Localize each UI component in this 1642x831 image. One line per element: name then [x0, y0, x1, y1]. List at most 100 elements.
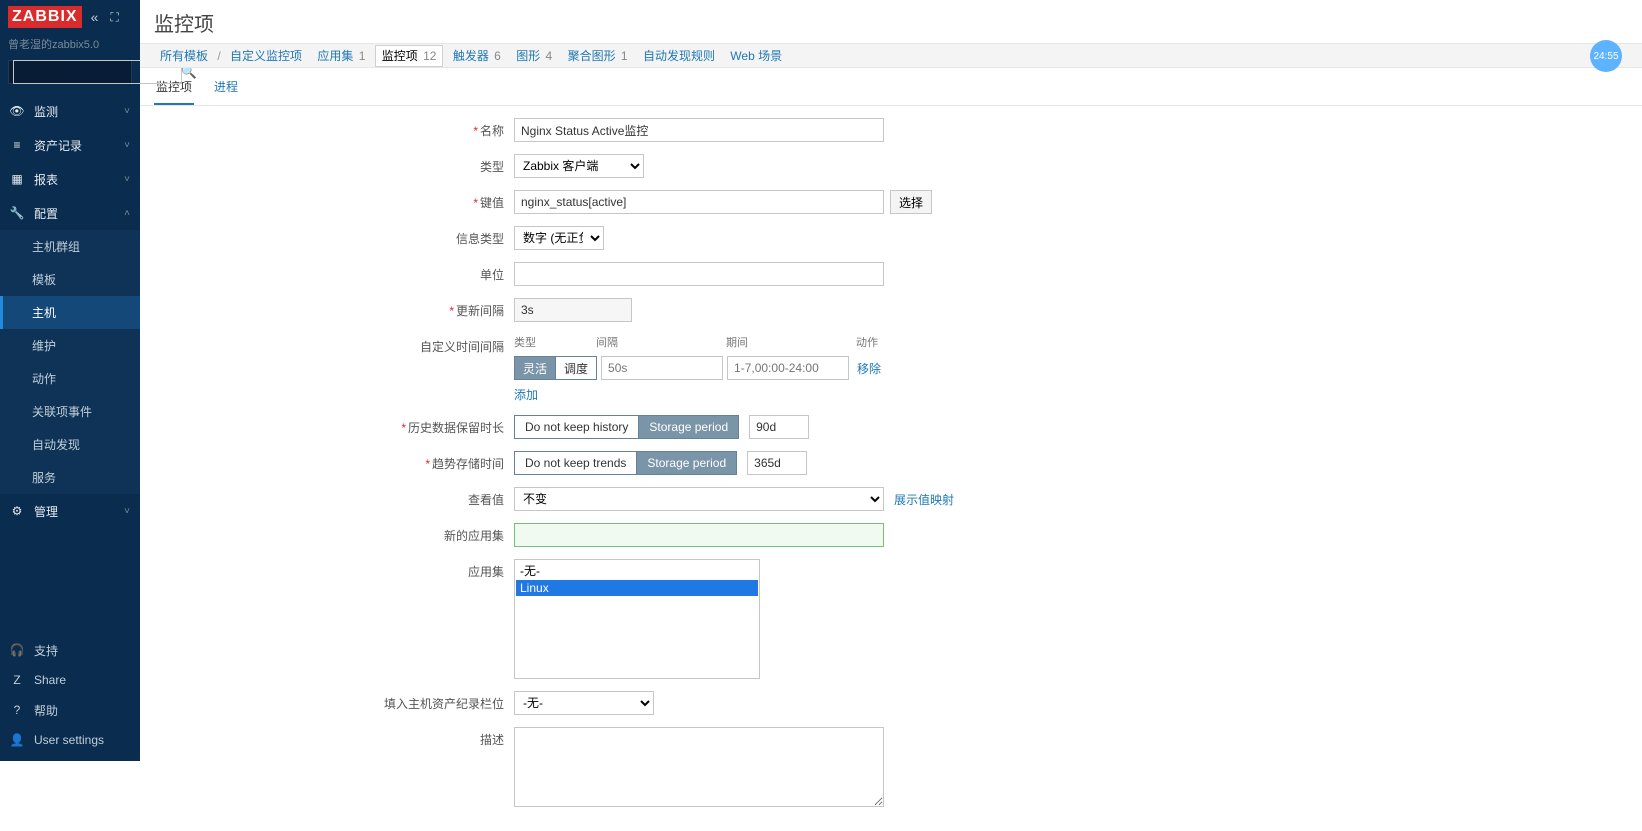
sidebar-group[interactable]: 🔧 配置 ˄ [0, 196, 140, 230]
apps-option-linux[interactable]: Linux [516, 580, 758, 596]
crumb-link[interactable]: 触发器 6 [447, 45, 507, 67]
history-value-input[interactable] [749, 415, 809, 439]
clock-badge: 24:55 [1590, 40, 1622, 72]
crumb-link[interactable]: 应用集 1 [311, 45, 371, 67]
crumb-link[interactable]: Web 场景 [724, 45, 788, 67]
trends-value-input[interactable] [747, 451, 807, 475]
chevron-icon: ˅ [124, 174, 130, 185]
trends-segment[interactable]: Do not keep trends Storage period [514, 451, 737, 475]
bottom-icon: ? [10, 703, 24, 717]
crumb-active[interactable]: 监控项 12 [375, 45, 444, 67]
chevron-icon: ˅ [124, 140, 130, 151]
sidebar-item[interactable]: 动作 [0, 362, 140, 395]
crumb-link[interactable]: 所有模板 [154, 45, 214, 67]
label-update-interval: 更新间隔 [456, 304, 504, 318]
interval-remove-link[interactable]: 移除 [857, 360, 881, 377]
history-sp-button[interactable]: Storage period [639, 415, 739, 439]
update-interval-input[interactable] [514, 298, 632, 322]
name-input[interactable] [514, 118, 884, 142]
key-select-button[interactable]: 选择 [890, 190, 932, 214]
history-no-button[interactable]: Do not keep history [514, 415, 639, 439]
nav-icon: 👁 [10, 104, 24, 118]
page-title: 监控项 [140, 0, 1642, 43]
nav-label: 监测 [34, 103, 58, 120]
sidebar-item[interactable]: 维护 [0, 329, 140, 362]
label-custom-intervals: 自定义时间间隔 [420, 340, 504, 354]
label-name: 名称 [480, 124, 504, 138]
crumb-link[interactable]: 图形 4 [510, 45, 558, 67]
description-textarea[interactable] [514, 727, 884, 807]
label-type: 类型 [480, 160, 504, 174]
sidebar-bottom-item[interactable]: 🎧支持 [0, 635, 140, 665]
nav-icon: 🔧 [10, 206, 24, 220]
chevron-icon: ˅ [124, 506, 130, 517]
interval-add-link[interactable]: 添加 [514, 388, 538, 402]
apps-option-none[interactable]: -无- [516, 561, 758, 580]
sidebar: ZABBIX « ⛶ 曾老湿的zabbix5.0 🔍 👁 监测 ˅ ≡ 资产记录 ˅ ▦ 报表… [0, 0, 140, 761]
valuemap-link[interactable]: 展示值映射 [894, 491, 954, 508]
valuemap-select[interactable]: 不变 [514, 487, 884, 511]
bottom-icon: 👤 [10, 733, 24, 747]
nav-label: 报表 [34, 171, 58, 188]
trends-no-button[interactable]: Do not keep trends [514, 451, 637, 475]
tab[interactable]: 进程 [212, 74, 240, 105]
label-inventory: 填入主机资产纪录栏位 [384, 697, 504, 711]
interval-type-segment[interactable]: 灵活 调度 [514, 356, 597, 380]
chevron-icon: ˄ [124, 208, 130, 219]
label-history: 历史数据保留时长 [408, 421, 504, 435]
item-form: *名称 类型 Zabbix 客户端 *键值 选择 信息类型 数字 (无正负) 单… [140, 106, 1642, 831]
crumb-link[interactable]: 聚合图形 1 [562, 45, 634, 67]
custom-intervals-header: 类型 间隔 期间 动作 [514, 334, 896, 350]
sidebar-item[interactable]: 自动发现 [0, 428, 140, 461]
type-select[interactable]: Zabbix 客户端 [514, 154, 644, 178]
history-segment[interactable]: Do not keep history Storage period [514, 415, 739, 439]
bottom-icon: Z [10, 673, 24, 687]
label-units: 单位 [480, 268, 504, 282]
sidebar-item[interactable]: 服务 [0, 461, 140, 494]
info-type-select[interactable]: 数字 (无正负) [514, 226, 604, 250]
tabs: 监控项进程 [140, 68, 1642, 106]
label-apps: 应用集 [468, 565, 504, 579]
fullscreen-icon[interactable]: ⛶ [108, 10, 122, 25]
nav-icon: ⚙ [10, 504, 24, 518]
label-trends: 趋势存储时间 [432, 457, 504, 471]
label-valuemap: 查看值 [468, 493, 504, 507]
chevron-icon: ˅ [124, 106, 130, 117]
sidebar-item[interactable]: 模板 [0, 263, 140, 296]
sidebar-item[interactable]: 主机群组 [0, 230, 140, 263]
nav-label: 配置 [34, 205, 58, 222]
sidebar-group[interactable]: ⚙ 管理 ˅ [0, 494, 140, 528]
nav-icon: ≡ [10, 138, 24, 152]
interval-flex-button[interactable]: 灵活 [514, 356, 556, 380]
search-box[interactable]: 🔍 [8, 60, 132, 84]
label-new-app: 新的应用集 [444, 529, 504, 543]
trends-sp-button[interactable]: Storage period [637, 451, 737, 475]
collapse-icon[interactable]: « [88, 9, 102, 25]
sidebar-bottom-item[interactable]: 👤User settings [0, 725, 140, 755]
sidebar-group[interactable]: ▦ 报表 ˅ [0, 162, 140, 196]
nav-label: 资产记录 [34, 137, 82, 154]
sidebar-item[interactable]: 主机 [0, 296, 140, 329]
interval-period-input[interactable] [727, 356, 849, 380]
interval-sched-button[interactable]: 调度 [556, 356, 597, 380]
nav-label: 管理 [34, 503, 58, 520]
new-app-input[interactable] [514, 523, 884, 547]
sidebar-bottom-item[interactable]: ?帮助 [0, 695, 140, 725]
inventory-select[interactable]: -无- [514, 691, 654, 715]
sidebar-group[interactable]: 👁 监测 ˅ [0, 94, 140, 128]
label-description: 描述 [480, 733, 504, 747]
logo[interactable]: ZABBIX [8, 6, 82, 28]
apps-listbox[interactable]: -无- Linux [514, 559, 760, 679]
crumb-link[interactable]: 自动发现规则 [637, 45, 721, 67]
interval-value-input[interactable] [601, 356, 723, 380]
sidebar-bottom-item[interactable]: ZShare [0, 665, 140, 695]
label-info-type: 信息类型 [456, 232, 504, 246]
breadcrumb: 所有模板 / 自定义监控项 应用集 1 监控项 12 触发器 6 图形 4 聚合… [140, 43, 1642, 68]
sidebar-item[interactable]: 关联项事件 [0, 395, 140, 428]
crumb-link[interactable]: 自定义监控项 [224, 45, 308, 67]
server-name: 曾老湿的zabbix5.0 [0, 34, 140, 60]
sidebar-group[interactable]: ≡ 资产记录 ˅ [0, 128, 140, 162]
units-input[interactable] [514, 262, 884, 286]
nav-icon: ▦ [10, 172, 24, 186]
key-input[interactable] [514, 190, 884, 214]
